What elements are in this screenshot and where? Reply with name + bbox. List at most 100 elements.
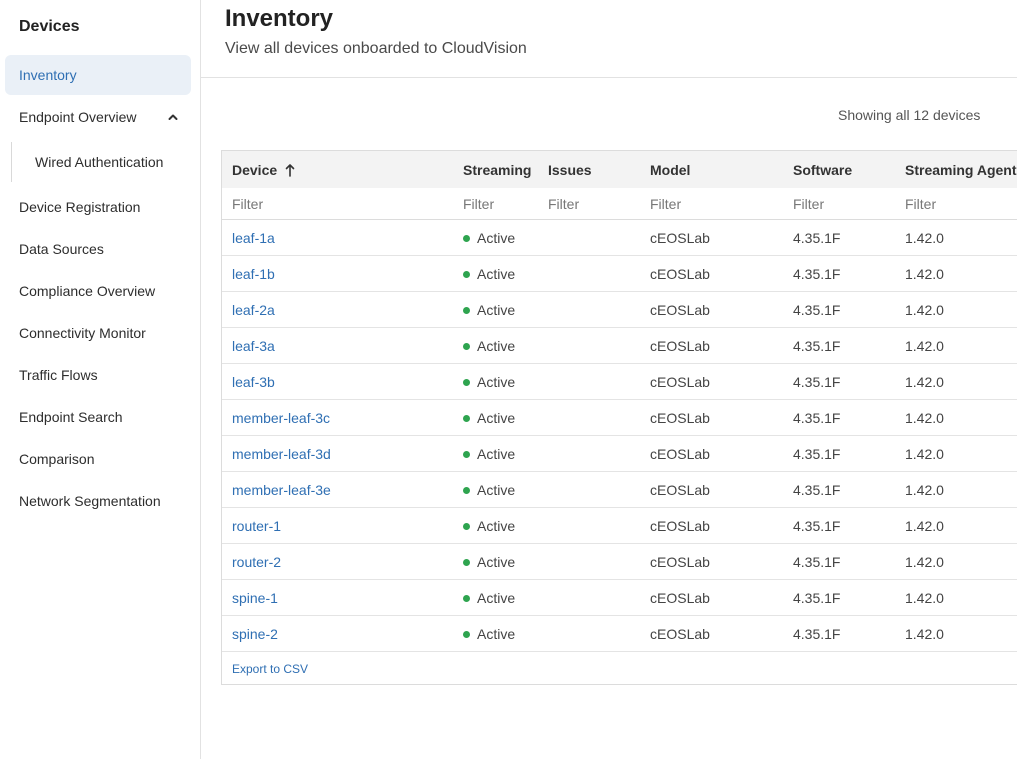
device-link[interactable]: leaf-3b	[232, 364, 275, 400]
table-row[interactable]: member-leaf-3c Active cEOSLab 4.35.1F 1.42.0	[222, 400, 1017, 436]
sidebar: Devices Inventory Endpoint Overview Wire…	[0, 0, 201, 759]
sidebar-item-traffic-flows[interactable]: Traffic Flows	[5, 355, 191, 395]
status-dot-icon	[463, 306, 470, 314]
filter-input-software[interactable]: Filter	[793, 188, 824, 220]
streaming-status-text: Active	[477, 374, 516, 390]
software-cell: 4.35.1F	[793, 410, 841, 426]
table-row[interactable]: leaf-3b Active cEOSLab 4.35.1F 1.42.0	[222, 364, 1017, 400]
sidebar-item-label: Endpoint Overview	[19, 109, 137, 125]
status-dot-icon	[463, 630, 470, 638]
export-csv-link[interactable]: Export to CSV	[232, 662, 308, 676]
model-cell: cEOSLab	[650, 482, 710, 498]
streaming-status: Active	[463, 400, 515, 436]
column-header-streaming-agent[interactable]: Streaming Agent	[905, 151, 1017, 188]
streaming-status: Active	[463, 580, 515, 616]
sidebar-item-label: Connectivity Monitor	[19, 325, 146, 341]
device-link[interactable]: member-leaf-3d	[232, 436, 331, 472]
column-header-device[interactable]: Device	[232, 151, 295, 188]
sidebar-item-label: Wired Authentication	[35, 154, 164, 170]
device-link[interactable]: spine-2	[232, 616, 278, 652]
model-cell: cEOSLab	[650, 338, 710, 354]
device-link[interactable]: member-leaf-3e	[232, 472, 331, 508]
status-dot-icon	[463, 378, 470, 386]
streaming-status: Active	[463, 364, 515, 400]
table-row[interactable]: member-leaf-3e Active cEOSLab 4.35.1F 1.42.0	[222, 472, 1017, 508]
column-header-issues[interactable]: Issues	[548, 151, 592, 188]
sidebar-item-network-segmentation[interactable]: Network Segmentation	[5, 481, 191, 521]
table-row[interactable]: leaf-3a Active cEOSLab 4.35.1F 1.42.0	[222, 328, 1017, 364]
table-row[interactable]: router-2 Active cEOSLab 4.35.1F 1.42.0	[222, 544, 1017, 580]
streaming-status-text: Active	[477, 338, 516, 354]
filter-input-issues[interactable]: Filter	[548, 188, 579, 220]
filter-input-streaming[interactable]: Filter	[463, 188, 494, 220]
streaming-status: Active	[463, 292, 515, 328]
sidebar-item-wired-authentication[interactable]: Wired Authentication	[11, 142, 191, 182]
sidebar-item-label: Compliance Overview	[19, 283, 156, 299]
software-cell: 4.35.1F	[793, 230, 841, 246]
device-link[interactable]: leaf-1a	[232, 220, 275, 256]
status-dot-icon	[463, 522, 470, 530]
sidebar-item-connectivity-monitor[interactable]: Connectivity Monitor	[5, 313, 191, 353]
table-row[interactable]: member-leaf-3d Active cEOSLab 4.35.1F 1.42.0	[222, 436, 1017, 472]
sidebar-item-data-sources[interactable]: Data Sources	[5, 229, 191, 269]
streaming-agent-cell: 1.42.0	[905, 374, 944, 390]
device-link[interactable]: member-leaf-3c	[232, 400, 330, 436]
streaming-agent-cell: 1.42.0	[905, 266, 944, 282]
filter-input-model[interactable]: Filter	[650, 188, 681, 220]
streaming-agent-cell: 1.42.0	[905, 518, 944, 534]
column-header-software[interactable]: Software	[793, 151, 852, 188]
page-title: Inventory	[225, 5, 334, 32]
table-row[interactable]: leaf-2a Active cEOSLab 4.35.1F 1.42.0	[222, 292, 1017, 328]
column-header-model[interactable]: Model	[650, 151, 690, 188]
table-row[interactable]: spine-2 Active cEOSLab 4.35.1F 1.42.0	[222, 616, 1017, 652]
filter-input-streaming-agent[interactable]: Filter	[905, 188, 936, 220]
device-link[interactable]: leaf-1b	[232, 256, 275, 292]
streaming-agent-cell: 1.42.0	[905, 338, 944, 354]
streaming-agent-cell: 1.42.0	[905, 302, 944, 318]
sidebar-item-compliance-overview[interactable]: Compliance Overview	[5, 271, 191, 311]
sidebar-heading: Devices	[19, 18, 80, 35]
sidebar-item-endpoint-search[interactable]: Endpoint Search	[5, 397, 191, 437]
sidebar-item-endpoint-overview[interactable]: Endpoint Overview	[5, 97, 191, 137]
column-header-streaming[interactable]: Streaming	[463, 151, 531, 188]
app: Devices Inventory Endpoint Overview Wire…	[0, 0, 1017, 759]
model-cell: cEOSLab	[650, 230, 710, 246]
streaming-status-text: Active	[477, 554, 516, 570]
device-link[interactable]: router-1	[232, 508, 281, 544]
streaming-agent-cell: 1.42.0	[905, 230, 944, 246]
table-row[interactable]: leaf-1a Active cEOSLab 4.35.1F 1.42.0	[222, 220, 1017, 256]
arrow-up-icon	[285, 163, 295, 177]
sidebar-item-device-registration[interactable]: Device Registration	[5, 187, 191, 227]
streaming-agent-cell: 1.42.0	[905, 482, 944, 498]
streaming-status: Active	[463, 436, 515, 472]
software-cell: 4.35.1F	[793, 374, 841, 390]
model-cell: cEOSLab	[650, 446, 710, 462]
software-cell: 4.35.1F	[793, 590, 841, 606]
table-row[interactable]: router-1 Active cEOSLab 4.35.1F 1.42.0	[222, 508, 1017, 544]
streaming-status-text: Active	[477, 410, 516, 426]
table-row[interactable]: leaf-1b Active cEOSLab 4.35.1F 1.42.0	[222, 256, 1017, 292]
sidebar-item-inventory[interactable]: Inventory	[5, 55, 191, 95]
streaming-agent-cell: 1.42.0	[905, 626, 944, 642]
device-link[interactable]: leaf-2a	[232, 292, 275, 328]
software-cell: 4.35.1F	[793, 626, 841, 642]
chevron-up-icon[interactable]	[165, 109, 181, 125]
streaming-status-text: Active	[477, 266, 516, 282]
software-cell: 4.35.1F	[793, 266, 841, 282]
sidebar-item-label: Endpoint Search	[19, 409, 123, 425]
device-count: Showing all 12 devices	[838, 107, 981, 123]
filter-input-device[interactable]: Filter	[232, 188, 263, 220]
streaming-status-text: Active	[477, 230, 516, 246]
streaming-agent-cell: 1.42.0	[905, 590, 944, 606]
table-row[interactable]: spine-1 Active cEOSLab 4.35.1F 1.42.0	[222, 580, 1017, 616]
sidebar-item-label: Network Segmentation	[19, 493, 161, 509]
streaming-status-text: Active	[477, 626, 516, 642]
model-cell: cEOSLab	[650, 374, 710, 390]
page-subtitle: View all devices onboarded to CloudVisio…	[225, 40, 527, 57]
status-dot-icon	[463, 270, 470, 278]
software-cell: 4.35.1F	[793, 302, 841, 318]
sidebar-item-comparison[interactable]: Comparison	[5, 439, 191, 479]
device-link[interactable]: leaf-3a	[232, 328, 275, 364]
device-link[interactable]: router-2	[232, 544, 281, 580]
device-link[interactable]: spine-1	[232, 580, 278, 616]
